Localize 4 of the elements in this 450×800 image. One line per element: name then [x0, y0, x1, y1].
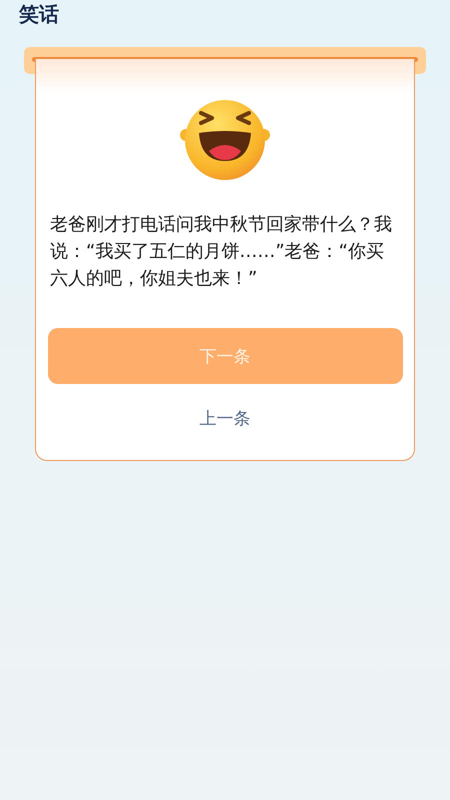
joke-text: 老爸刚才打电话问我中秋节回家带什么？我说：“我买了五仁的月饼……”老爸：“你买六人的吧，你姐夫也来！”	[50, 213, 393, 291]
previous-link[interactable]: 上一条	[192, 400, 258, 436]
page-title: 笑话	[18, 1, 60, 28]
laughing-face-icon	[179, 99, 271, 181]
